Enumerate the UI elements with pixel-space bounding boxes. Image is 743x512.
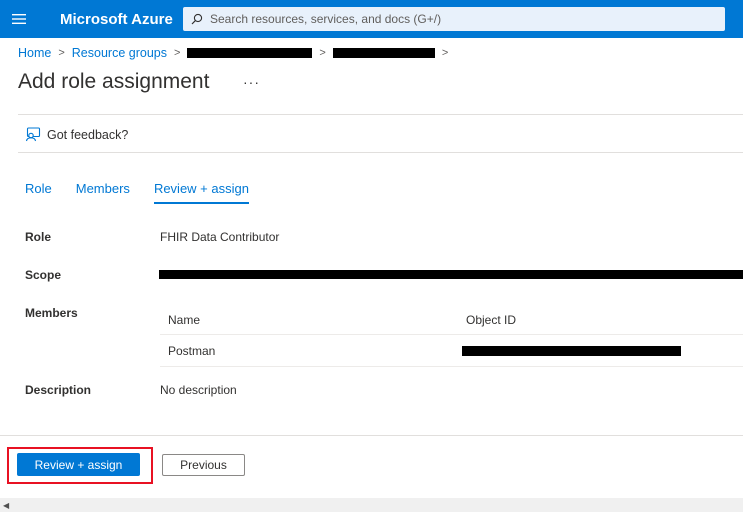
description-label: Description bbox=[25, 383, 92, 397]
scrollbar-track[interactable] bbox=[14, 502, 743, 508]
table-header: Name Object ID bbox=[160, 304, 743, 335]
previous-button[interactable]: Previous bbox=[162, 454, 245, 476]
redacted-breadcrumb-resource-group[interactable] bbox=[187, 48, 313, 58]
wizard-tabs: Role Members Review + assign bbox=[25, 181, 273, 204]
table-row: Postman bbox=[160, 335, 743, 367]
tab-members[interactable]: Members bbox=[76, 181, 130, 204]
footer-divider bbox=[0, 435, 743, 436]
feedback-label: Got feedback? bbox=[47, 127, 129, 142]
redacted-breadcrumb-resource[interactable] bbox=[332, 48, 435, 58]
tab-review-assign[interactable]: Review + assign bbox=[153, 181, 249, 204]
column-header-name: Name bbox=[168, 313, 201, 327]
chevron-right-icon: > bbox=[319, 47, 326, 59]
search-icon bbox=[191, 13, 203, 25]
breadcrumb: Home > Resource groups > > > bbox=[18, 46, 455, 60]
divider bbox=[18, 152, 743, 153]
search-input[interactable] bbox=[210, 12, 710, 26]
members-table: Name Object ID Postman bbox=[160, 304, 743, 367]
description-value: No description bbox=[160, 383, 237, 397]
scroll-left-icon[interactable]: ◀ bbox=[3, 501, 9, 510]
scope-label: Scope bbox=[25, 268, 62, 282]
role-value: FHIR Data Contributor bbox=[160, 230, 280, 244]
members-label: Members bbox=[25, 306, 78, 320]
breadcrumb-home[interactable]: Home bbox=[18, 46, 51, 60]
breadcrumb-resource-groups[interactable]: Resource groups bbox=[72, 46, 167, 60]
tab-role[interactable]: Role bbox=[25, 181, 52, 204]
chevron-right-icon: > bbox=[441, 47, 449, 59]
feedback-icon bbox=[25, 127, 41, 142]
horizontal-scrollbar[interactable]: ◀ bbox=[0, 498, 743, 512]
top-bar: Microsoft Azure bbox=[0, 0, 743, 38]
divider bbox=[18, 114, 743, 115]
feedback-link[interactable]: Got feedback? bbox=[25, 127, 128, 142]
global-search[interactable] bbox=[183, 7, 725, 31]
chevron-right-icon: > bbox=[58, 47, 65, 59]
brand-title[interactable]: Microsoft Azure bbox=[60, 11, 173, 28]
member-name: Postman bbox=[168, 344, 216, 358]
redacted-object-id bbox=[462, 346, 681, 356]
more-options-button[interactable]: ··· bbox=[243, 74, 260, 90]
chevron-right-icon: > bbox=[173, 47, 181, 59]
review-assign-button[interactable]: Review + assign bbox=[17, 453, 140, 476]
redacted-scope-value bbox=[159, 270, 743, 279]
page-title: Add role assignment bbox=[18, 70, 210, 93]
role-label: Role bbox=[25, 230, 52, 244]
column-header-object-id: Object ID bbox=[466, 313, 517, 327]
menu-icon[interactable] bbox=[0, 0, 38, 38]
